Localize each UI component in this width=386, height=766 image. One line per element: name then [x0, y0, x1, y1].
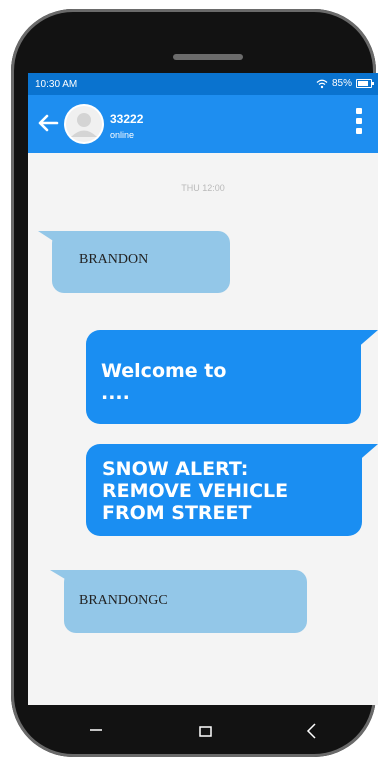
- more-vertical-icon[interactable]: [356, 108, 364, 140]
- bubble-tail: [50, 570, 90, 594]
- outgoing-message[interactable]: Welcome to ....: [86, 330, 361, 424]
- message-text: SNOW ALERT: REMOVE VEHICLE FROM STREET: [102, 458, 288, 524]
- incoming-message[interactable]: BRANDONGC: [64, 570, 307, 633]
- square-icon[interactable]: [186, 705, 226, 757]
- battery-percent: 85%: [331, 78, 352, 89]
- outgoing-message[interactable]: SNOW ALERT: REMOVE VEHICLE FROM STREET: [86, 444, 362, 536]
- contact-status: online: [110, 130, 135, 140]
- message-text: BRANDONGC: [79, 593, 168, 608]
- status-time: 10:30 AM: [35, 79, 78, 90]
- chat-header: 33222 online: [28, 95, 378, 153]
- status-icons: 85%: [316, 78, 374, 89]
- message-line: SNOW ALERT:: [102, 458, 249, 480]
- battery-icon: [356, 79, 374, 88]
- navigation-bar: [28, 705, 378, 757]
- arrow-left-icon[interactable]: [35, 110, 61, 136]
- message-text: BRANDON: [79, 252, 149, 267]
- avatar[interactable]: [64, 104, 104, 144]
- message-line: ....: [101, 382, 130, 404]
- contact-name: 33222: [110, 112, 144, 126]
- person-icon: [66, 106, 102, 142]
- status-bar: 10:30 AM 85%: [28, 73, 378, 95]
- bubble-tail: [328, 330, 378, 356]
- phone-screen: 10:30 AM 85% 33222 online THU 12:00 BRAN…: [28, 73, 378, 705]
- chevron-left-icon[interactable]: [292, 705, 332, 757]
- message-line: Welcome to: [101, 360, 227, 382]
- bubble-tail: [328, 444, 378, 470]
- speaker-grille: [173, 54, 243, 60]
- message-line: REMOVE VEHICLE: [102, 480, 289, 502]
- message-line: FROM STREET: [102, 502, 252, 524]
- message-text: Welcome to ....: [101, 360, 226, 404]
- incoming-message[interactable]: BRANDON: [52, 231, 230, 293]
- bubble-tail: [38, 231, 78, 257]
- wifi-icon: [316, 79, 328, 88]
- minus-icon[interactable]: [76, 705, 116, 757]
- date-separator: THU 12:00: [181, 183, 225, 193]
